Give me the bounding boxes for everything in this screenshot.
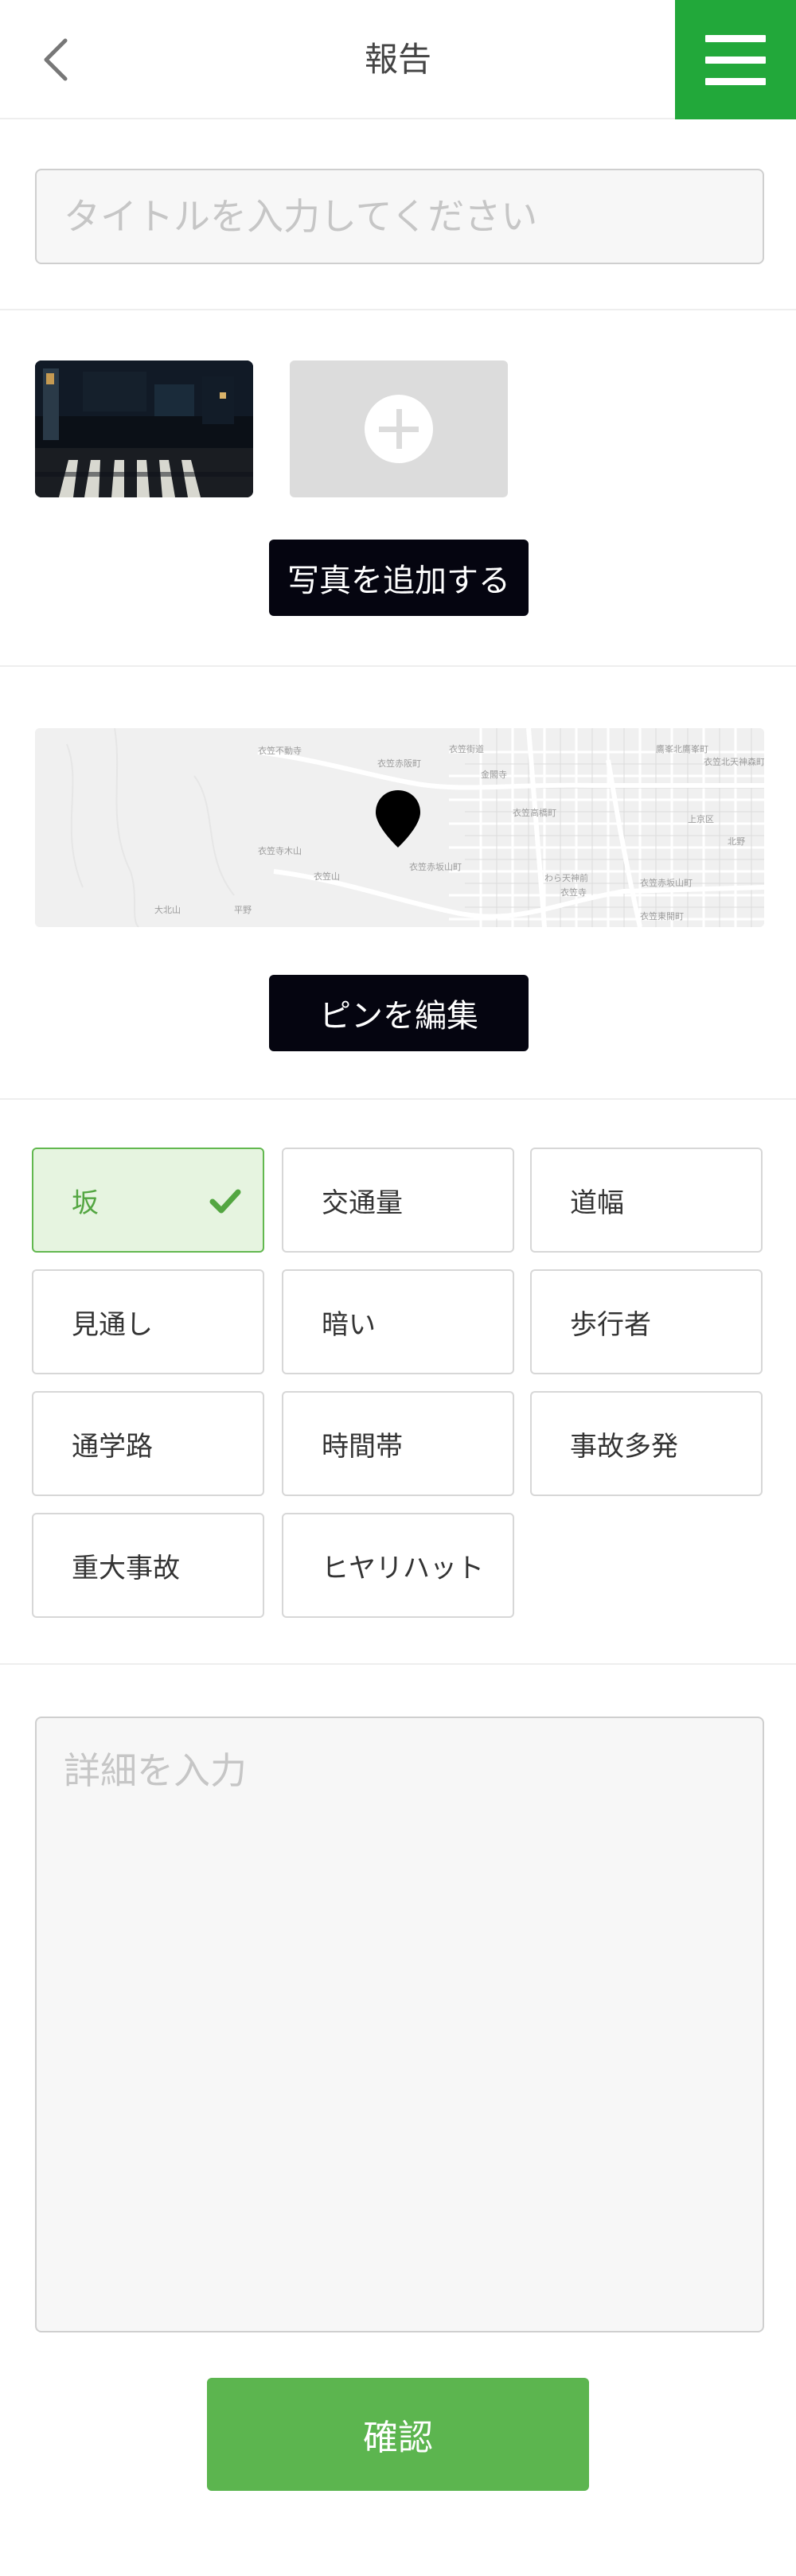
tag-label: 歩行者 [570, 1308, 651, 1341]
tag-label: 重大事故 [72, 1552, 180, 1584]
section-divider [0, 309, 796, 310]
app-header: 報告 [0, 0, 796, 119]
tag-visibility[interactable]: 見通し [32, 1269, 264, 1374]
map-label: 衣笠不動寺 [258, 745, 302, 756]
checkmark-icon [209, 1189, 241, 1214]
map-label: 金閣寺 [481, 769, 507, 780]
tag-serious-accident[interactable]: 重大事故 [32, 1513, 264, 1618]
map-label: 衣笠赤坂山町 [409, 861, 462, 872]
add-photo-slot[interactable] [290, 360, 508, 497]
hamburger-menu-icon-bar [705, 56, 766, 64]
tag-time-of-day[interactable]: 時間帯 [282, 1391, 514, 1496]
hamburger-menu-icon-bar [705, 77, 766, 85]
map-label: 衣笠赤坂山町 [640, 877, 693, 888]
back-button[interactable] [32, 32, 80, 88]
location-map[interactable]: 衣笠不動寺 衣笠赤阪町 金閣寺 衣笠高橋町 鷹峯北鷹峯町 衣笠街道 衣笠寺木山 … [35, 728, 764, 927]
map-label: わら天神前 [544, 872, 588, 883]
map-label: 衣笠高橋町 [513, 807, 556, 818]
tag-pedestrians[interactable]: 歩行者 [530, 1269, 763, 1374]
map-label: 平野 [234, 905, 252, 915]
title-input[interactable] [35, 169, 764, 264]
tag-label: ヒヤリハット [322, 1552, 484, 1584]
tag-near-miss[interactable]: ヒヤリハット [282, 1513, 514, 1618]
map-label: 大北山 [154, 904, 181, 915]
menu-button[interactable] [675, 0, 796, 119]
tag-slope[interactable]: 坂 [32, 1148, 264, 1253]
chevron-left-icon [44, 38, 68, 81]
edit-pin-button[interactable]: ピンを編集 [269, 975, 529, 1051]
tag-label: 道幅 [570, 1187, 624, 1219]
night-crosswalk-photo [35, 360, 253, 497]
map-label: 衣笠街道 [449, 743, 484, 754]
tag-label: 暗い [322, 1308, 376, 1341]
tag-label: 坂 [72, 1187, 99, 1219]
map-label: 鷹峯北鷹峯町 [656, 743, 708, 754]
plus-circle-icon [365, 395, 433, 463]
tag-label: 交通量 [322, 1187, 403, 1219]
tag-label: 通学路 [72, 1430, 153, 1463]
tag-label: 事故多発 [570, 1430, 678, 1463]
map-label: 北野 [728, 836, 745, 847]
tag-label: 時間帯 [322, 1430, 403, 1463]
map-label: 衣笠寺 [560, 887, 587, 898]
confirm-button[interactable]: 確認 [207, 2378, 589, 2491]
tag-frequent-accidents[interactable]: 事故多発 [530, 1391, 763, 1496]
map-label: 衣笠山 [314, 871, 340, 882]
tag-traffic-volume[interactable]: 交通量 [282, 1148, 514, 1253]
map-tiles: 衣笠不動寺 衣笠赤阪町 金閣寺 衣笠高橋町 鷹峯北鷹峯町 衣笠街道 衣笠寺木山 … [35, 728, 764, 927]
map-label: 衣笠東開町 [640, 910, 684, 922]
tag-school-route[interactable]: 通学路 [32, 1391, 264, 1496]
photo-thumbnail[interactable] [35, 360, 253, 497]
map-label: 上京区 [688, 813, 714, 824]
tag-label: 見通し [72, 1308, 153, 1341]
section-divider [0, 665, 796, 667]
tag-dark[interactable]: 暗い [282, 1269, 514, 1374]
details-textarea[interactable] [35, 1717, 764, 2332]
map-label: 衣笠寺木山 [258, 845, 302, 856]
map-label: 衣笠北天神森町 [704, 756, 764, 767]
hamburger-menu-icon [705, 34, 766, 42]
tag-road-width[interactable]: 道幅 [530, 1148, 763, 1253]
map-label: 衣笠赤阪町 [377, 758, 421, 769]
section-divider [0, 1663, 796, 1665]
section-divider [0, 1098, 796, 1100]
add-photo-button[interactable]: 写真を追加する [269, 540, 529, 616]
